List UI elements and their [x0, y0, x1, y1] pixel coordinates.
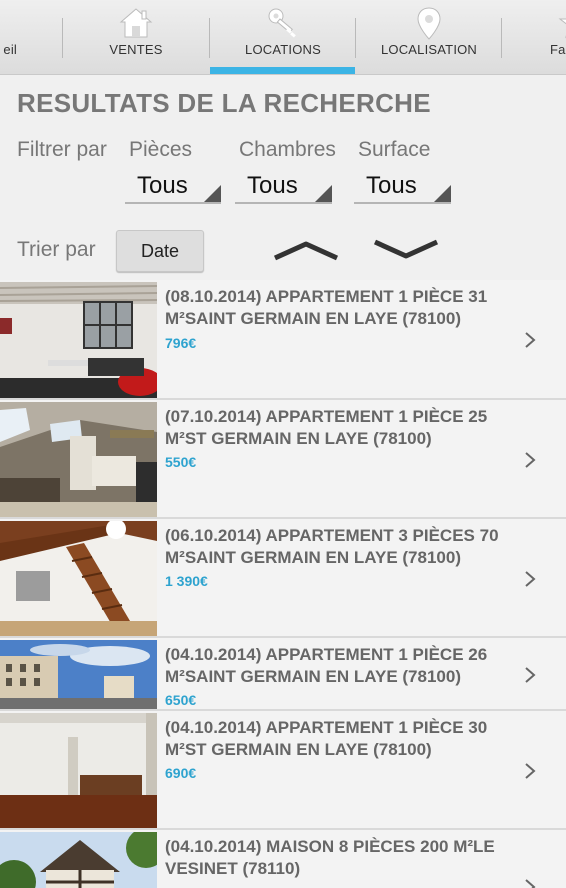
list-item[interactable]: (04.10.2014) APPARTEMENT 1 PIÈCE 26 M²SA… [0, 638, 566, 711]
nav-tab-localisation-label: LOCALISATION [380, 42, 478, 57]
listing-title: (04.10.2014) APPARTEMENT 1 PIÈCE 26 M²SA… [165, 645, 488, 686]
pieces-select[interactable]: Tous [125, 170, 221, 204]
listing-title: (06.10.2014) APPARTEMENT 3 PIÈCES 70 M²S… [165, 526, 499, 567]
page-title: RESULTATS DE LA RECHERCHE [17, 88, 431, 118]
nav-tab-favoris[interactable]: Fa [502, 0, 566, 74]
listing-price: 1 390€ [165, 573, 208, 589]
listing-title: (04.10.2014) APPARTEMENT 1 PIÈCE 30 M²ST… [165, 718, 488, 759]
chevron-right-icon [525, 571, 536, 587]
listing-photo [0, 521, 157, 636]
listing-photo [0, 640, 157, 709]
listing-price: 690€ [165, 765, 197, 781]
surface-label: Surface [358, 138, 431, 161]
chambres-select-value: Tous [247, 172, 298, 199]
chevron-right-icon [525, 667, 536, 683]
house-icon [119, 8, 153, 38]
listing-price: 650€ [165, 692, 197, 708]
dropdown-triangle-icon [204, 185, 221, 202]
list-item[interactable]: (04.10.2014) MAISON 8 PIÈCES 200 M²LE VE… [0, 830, 566, 888]
nav-tab-localisation[interactable]: LOCALISATION [356, 0, 502, 74]
nav-tab-favoris-label: Fa [550, 42, 566, 57]
chambres-label: Chambres [239, 138, 336, 161]
listing-title: (07.10.2014) APPARTEMENT 1 PIÈCE 25 M²ST… [165, 407, 488, 448]
chambres-select[interactable]: Tous [235, 170, 332, 204]
pieces-select-value: Tous [137, 172, 188, 199]
listing-photo [0, 713, 157, 828]
top-navigation: eil VENTES LOCATIONS LOCALISATION Fa [0, 0, 566, 75]
list-item[interactable]: (07.10.2014) APPARTEMENT 1 PIÈCE 25 M²ST… [0, 400, 566, 519]
pieces-label: Pièces [129, 138, 193, 161]
sort-date-button[interactable]: Date [116, 230, 204, 272]
sort-ascending-icon[interactable] [272, 236, 340, 262]
listing-price: 796€ [165, 335, 197, 351]
nav-tab-ventes[interactable]: VENTES [63, 0, 209, 74]
chevron-right-icon [525, 452, 536, 468]
chevron-right-icon [525, 332, 536, 348]
nav-tab-locations[interactable]: LOCATIONS [210, 0, 356, 74]
sort-descending-icon[interactable] [372, 236, 440, 262]
listing-title: (08.10.2014) APPARTEMENT 1 PIÈCE 31 M²SA… [165, 287, 488, 328]
chevron-right-icon [525, 879, 536, 888]
nav-tab-ventes-label: VENTES [109, 42, 163, 57]
filter-label: Filtrer par [17, 138, 107, 161]
surface-select-value: Tous [366, 172, 417, 199]
nav-tab-accueil-label: eil [3, 42, 17, 57]
keys-icon [268, 8, 296, 38]
listing-photo [0, 402, 157, 517]
nav-tab-accueil[interactable]: eil [0, 0, 27, 74]
listing-photo [0, 282, 157, 398]
surface-select[interactable]: Tous [354, 170, 451, 204]
list-item[interactable]: (04.10.2014) APPARTEMENT 1 PIÈCE 30 M²ST… [0, 711, 566, 830]
nav-tab-locations-label: LOCATIONS [245, 42, 321, 57]
listing-photo [0, 832, 157, 888]
list-item[interactable]: (08.10.2014) APPARTEMENT 1 PIÈCE 31 M²SA… [0, 280, 566, 400]
listing-title: (04.10.2014) MAISON 8 PIÈCES 200 M²LE VE… [165, 837, 495, 878]
star-icon [558, 18, 566, 39]
sort-label: Trier par [17, 238, 96, 261]
chevron-right-icon [525, 763, 536, 779]
active-tab-indicator [210, 67, 355, 74]
listing-price: 550€ [165, 454, 197, 470]
dropdown-triangle-icon [315, 185, 332, 202]
list-item[interactable]: (06.10.2014) APPARTEMENT 3 PIÈCES 70 M²S… [0, 519, 566, 638]
map-pin-icon [417, 7, 441, 40]
dropdown-triangle-icon [434, 185, 451, 202]
